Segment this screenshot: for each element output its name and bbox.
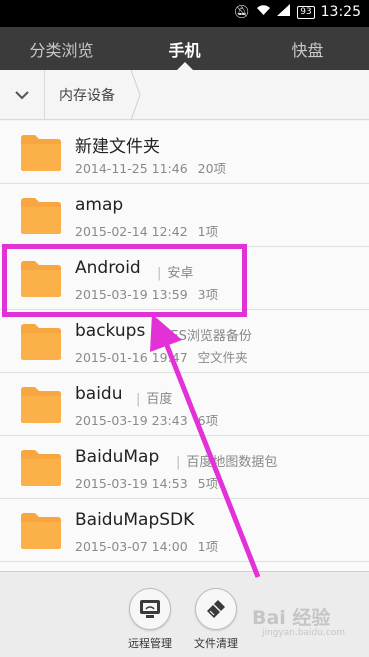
file-tag: | 百度: [136, 392, 173, 407]
remote-manage-button[interactable]: 远程管理: [115, 588, 185, 651]
watermark-url: jingyan.baidu.com: [262, 628, 346, 638]
file-name: amap: [75, 195, 124, 215]
file-list[interactable]: 新建文件夹 2014-11-25 11:46 20项 amap 2015-02-1…: [0, 121, 369, 571]
file-tag: | 百度地图数据包: [176, 455, 278, 470]
file-clean-icon: [207, 600, 225, 618]
file-name: BaiduMap: [75, 447, 160, 467]
tab-kuaipan[interactable]: 快盘: [246, 27, 369, 70]
folder-icon: [21, 324, 61, 360]
breadcrumb-internal-storage[interactable]: 内存设备: [45, 70, 141, 120]
folder-icon: [21, 450, 61, 486]
path-dropdown-button[interactable]: [0, 70, 45, 120]
file-clean-button[interactable]: 文件清理: [181, 588, 251, 651]
remote-manage-label: 远程管理: [128, 637, 172, 650]
file-name: baidu: [75, 384, 123, 404]
signal-icon: [277, 4, 291, 20]
tab-bar: 分类浏览 手机 快盘: [0, 27, 369, 70]
battery-indicator: 93: [297, 5, 315, 19]
file-name: 新建文件夹: [75, 137, 160, 157]
file-meta: 2015-01-16 19:47 空文件夹: [75, 350, 248, 365]
breadcrumb-label: 内存设备: [59, 88, 115, 104]
wifi-icon: [256, 4, 271, 20]
file-row-xinjian[interactable]: 新建文件夹 2014-11-25 11:46 20项: [0, 121, 369, 184]
file-row-baidumap[interactable]: BaiduMap | 百度地图数据包 2015-03-19 14:53 5项: [0, 436, 369, 499]
file-row-backups[interactable]: backups | ES浏览器备份 2015-01-16 19:47 空文件夹: [0, 310, 369, 373]
status-bar: 🔕︎ 93 13:25: [0, 0, 369, 27]
folder-icon: [21, 513, 61, 549]
tab-phone[interactable]: 手机: [123, 27, 246, 70]
clock: 13:25: [320, 4, 361, 20]
chevron-down-icon: [15, 90, 29, 99]
breadcrumb-separator: [131, 70, 141, 120]
highlight-box: [2, 244, 247, 317]
status-icons: 🔕︎ 93 13:25: [234, 4, 361, 20]
folder-icon: [21, 198, 61, 234]
watermark: Bai 经验: [252, 607, 331, 629]
file-clean-label: 文件清理: [194, 637, 238, 650]
file-meta: 2015-03-19 14:53 5项: [75, 476, 219, 491]
file-name: BaiduMapSDK: [75, 510, 195, 530]
folder-icon: [21, 387, 61, 423]
file-meta: 2015-03-07 14:00 1项: [75, 539, 219, 554]
remote-manage-icon: [140, 600, 160, 618]
file-row-baidu[interactable]: baidu | 百度 2015-03-19 23:43 6项: [0, 373, 369, 436]
file-meta: 2015-02-14 12:42 1项: [75, 224, 219, 239]
file-meta: 2014-11-25 11:46 20项: [75, 161, 227, 176]
mute-icon: 🔕︎: [233, 4, 251, 20]
file-row-amap[interactable]: amap 2015-02-14 12:42 1项: [0, 184, 369, 247]
file-tag: | ES浏览器备份: [160, 329, 252, 344]
file-name: backups: [75, 321, 146, 341]
file-meta: 2015-03-19 23:43 6项: [75, 413, 219, 428]
breadcrumb: 内存设备: [0, 70, 369, 120]
file-row-baidumapsdk[interactable]: BaiduMapSDK 2015-03-07 14:00 1项: [0, 499, 369, 562]
folder-icon: [21, 135, 61, 171]
tab-category-browse[interactable]: 分类浏览: [0, 27, 123, 70]
